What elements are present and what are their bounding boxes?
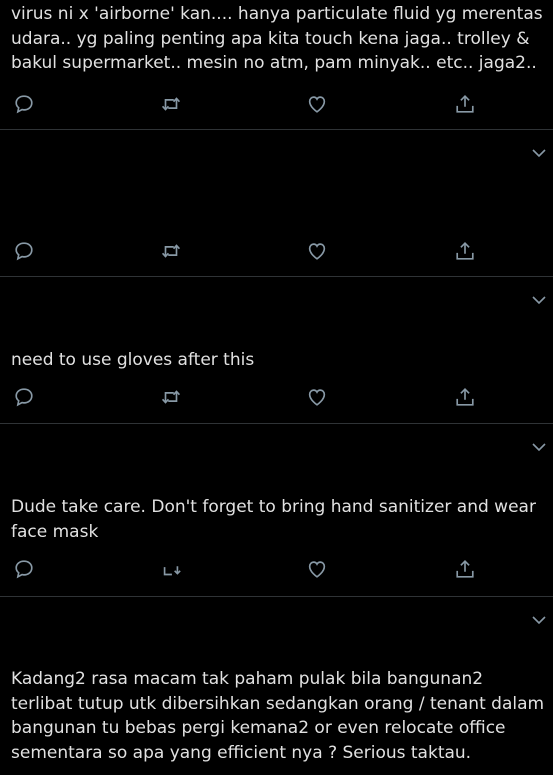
retweet-icon	[161, 97, 181, 111]
retweet-button[interactable]	[158, 384, 184, 410]
reply-icon	[15, 95, 33, 114]
share-button[interactable]	[452, 91, 478, 117]
divider	[0, 423, 553, 424]
chevron-down-icon[interactable]	[531, 292, 547, 308]
retweet-button[interactable]	[158, 238, 184, 264]
chevron-down-icon[interactable]	[531, 612, 547, 628]
retweet-disabled-icon	[163, 566, 181, 576]
reply-button[interactable]	[11, 384, 37, 410]
heart-icon	[308, 389, 326, 406]
tweet-text: need to use gloves after this	[11, 350, 255, 370]
reply-icon	[15, 388, 33, 407]
divider	[0, 276, 553, 277]
divider	[0, 129, 553, 130]
share-icon	[456, 560, 474, 578]
tweet-text: virus ni x 'airborne' kan.... hanya part…	[11, 4, 543, 73]
retweet-icon	[161, 244, 181, 258]
share-icon	[456, 388, 474, 406]
share-button[interactable]	[452, 384, 478, 410]
tweet-actions	[0, 556, 553, 584]
heart-icon	[308, 243, 326, 260]
tweet-actions	[0, 238, 553, 266]
reply-button[interactable]	[11, 91, 37, 117]
tweet-text: Dude take care. Don't forget to bring ha…	[11, 497, 536, 542]
like-button[interactable]	[304, 91, 330, 117]
reply-button[interactable]	[11, 556, 37, 582]
share-icon	[456, 242, 474, 260]
tweet-actions	[0, 91, 553, 119]
share-button[interactable]	[452, 238, 478, 264]
retweet-button[interactable]	[158, 91, 184, 117]
heart-icon	[308, 561, 326, 578]
reply-icon	[15, 242, 33, 261]
reply-icon	[15, 560, 33, 579]
share-button[interactable]	[452, 556, 478, 582]
chevron-down-icon[interactable]	[531, 145, 547, 161]
like-button[interactable]	[304, 556, 330, 582]
heart-icon	[308, 96, 326, 113]
share-icon	[456, 95, 474, 113]
like-button[interactable]	[304, 384, 330, 410]
chevron-down-icon[interactable]	[531, 439, 547, 455]
like-button[interactable]	[304, 238, 330, 264]
tweet-actions	[0, 384, 553, 412]
retweet-button[interactable]	[158, 556, 184, 582]
reply-button[interactable]	[11, 238, 37, 264]
retweet-icon	[161, 390, 181, 404]
divider	[0, 596, 553, 597]
tweet-text: Kadang2 rasa macam tak paham pulak bila …	[11, 669, 545, 763]
